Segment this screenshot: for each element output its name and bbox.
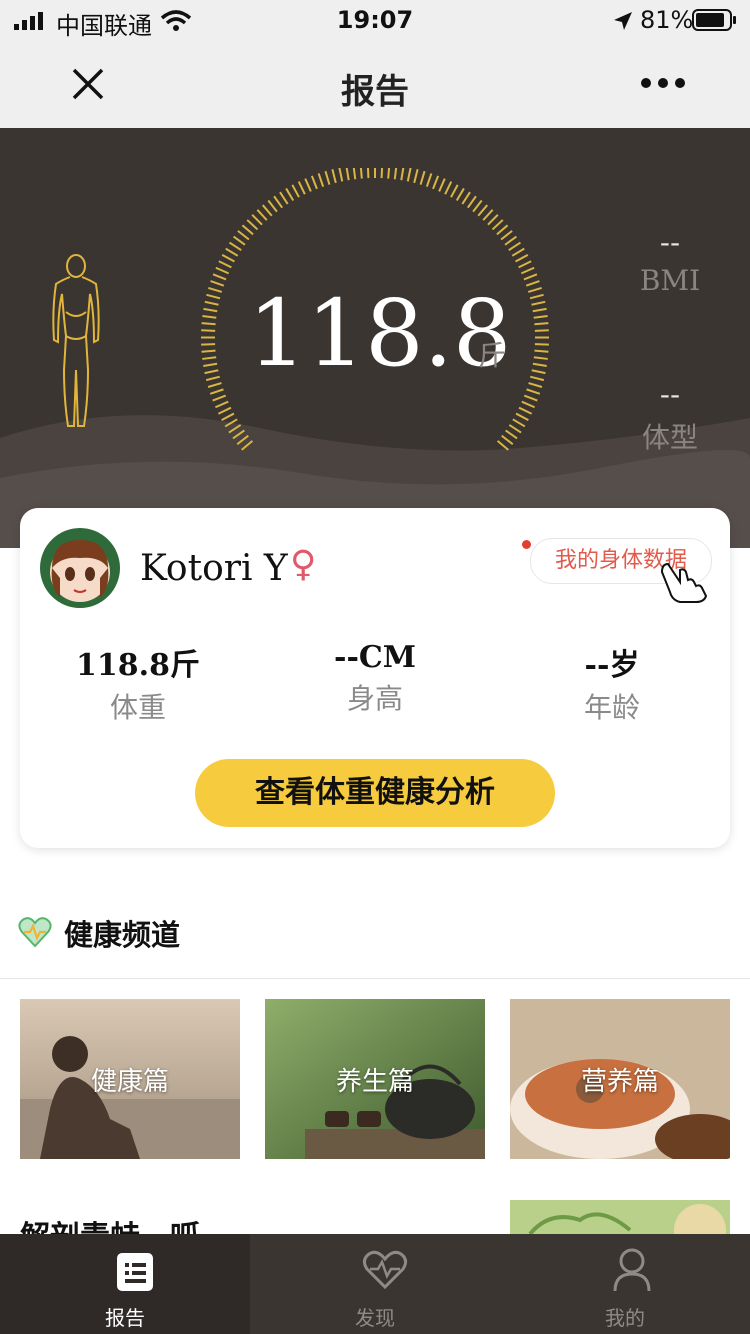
tap-hand-icon [660,562,708,603]
weight-unit: 斤 [478,339,507,372]
battery-percent: 81% [640,6,694,34]
more-icon[interactable] [640,76,686,90]
weight-hero: 118.8 斤 -- BMI -- 体型 [0,128,750,548]
stat-height-label: 身高 [346,682,403,715]
person-icon [613,1248,651,1292]
tile-wellness-label: 养生篇 [335,1067,414,1097]
battery-icon [692,9,736,31]
user-name: Kotori Y [140,548,288,589]
notification-dot [522,540,531,549]
stat-age-value: --岁 [584,648,640,683]
body-type-value: -- [659,378,681,411]
tab-discover-label: 发现 [355,1306,395,1330]
stat-height: --CM 身高 [275,640,475,717]
clock: 19:07 [336,6,414,34]
stat-weight-value: 118.8斤 [76,648,200,683]
divider [0,978,750,979]
heart-icon [362,1250,408,1290]
bmi-value: -- [659,226,681,259]
article-thumbnail[interactable] [510,1200,730,1234]
tab-report[interactable]: 报告 [0,1234,250,1334]
stat-age-label: 年龄 [583,691,640,724]
tile-health[interactable]: 健康篇 [20,999,240,1159]
tab-mine-label: 我的 [605,1306,645,1330]
status-bar: 中国联通 19:07 81% [0,0,750,40]
body-silhouette-icon [52,254,100,427]
health-channel-title: 健康频道 [64,918,181,952]
report-icon [117,1253,153,1291]
tab-report-label: 报告 [105,1306,145,1330]
stat-weight-label: 体重 [109,691,166,724]
stat-age: --岁 年龄 [512,640,712,726]
tab-mine[interactable]: 我的 [500,1234,750,1334]
health-heart-icon [18,917,52,948]
stat-weight: 118.8斤 体重 [38,640,238,726]
gender-female-icon: ♀ [290,544,317,585]
page-title: 报告 [341,72,409,112]
tile-nutrition[interactable]: 营养篇 [510,999,730,1159]
profile-card: Kotori Y ♀ 我的身体数据 118.8斤 体重 --CM 身高 --岁 … [20,508,730,848]
tile-health-label: 健康篇 [90,1067,169,1097]
body-type-label: 体型 [641,421,698,454]
stat-height-value: --CM [334,640,416,675]
tile-nutrition-label: 营养篇 [580,1067,659,1097]
nav-bar: 报告 [0,40,750,128]
tab-discover[interactable]: 发现 [250,1234,500,1334]
weight-value: 118.8 [248,280,512,387]
tile-wellness[interactable]: 养生篇 [265,999,485,1159]
bmi-label: BMI [639,264,701,297]
tab-bar: 报告 发现 我的 [0,1234,750,1334]
location-arrow-icon [614,12,632,30]
avatar[interactable] [40,528,120,608]
view-health-analysis-button[interactable]: 查看体重健康分析 [195,759,555,827]
